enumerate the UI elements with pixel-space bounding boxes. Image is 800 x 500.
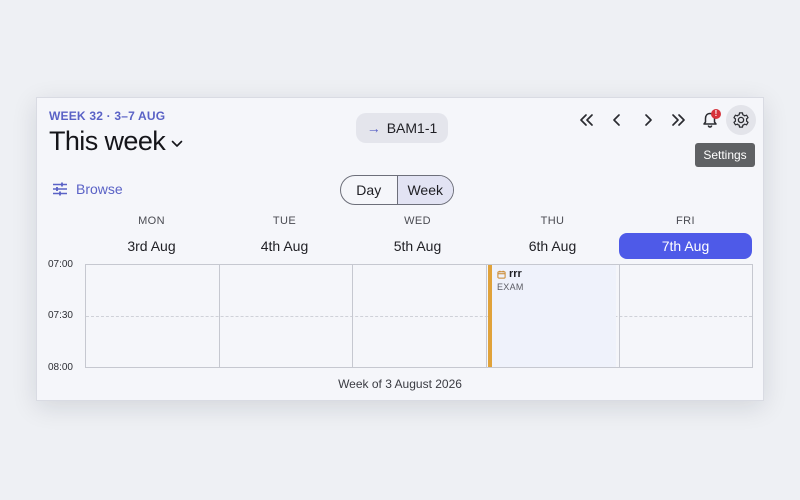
last-week-button[interactable]: [665, 106, 693, 134]
arrow-right-icon: →: [366, 120, 381, 136]
calendar-event[interactable]: rrr EXAM: [488, 265, 616, 367]
time-label: 07:30: [47, 310, 73, 321]
view-toggle: Day Week: [340, 175, 454, 205]
day-name: TUE: [272, 215, 297, 227]
event-title: rrr: [509, 268, 522, 280]
day-name: FRI: [676, 215, 695, 227]
gear-icon: [733, 112, 749, 128]
day-name: THU: [540, 215, 565, 227]
column-divider: [619, 265, 620, 367]
day-header-thu[interactable]: THU 6th Aug: [486, 215, 619, 259]
time-label: 08:00: [47, 362, 73, 373]
previous-week-button[interactable]: [603, 106, 631, 134]
half-hour-line: [86, 316, 752, 317]
day-date: 4th Aug: [260, 238, 309, 254]
day-header-tue[interactable]: TUE 4th Aug: [218, 215, 351, 259]
event-subtitle: EXAM: [497, 282, 524, 292]
day-date-today: 7th Aug: [619, 233, 752, 259]
day-header-wed[interactable]: WED 5th Aug: [351, 215, 484, 259]
chevron-right-icon: [645, 114, 652, 126]
title-dropdown[interactable]: This week: [49, 126, 183, 157]
column-divider: [486, 265, 487, 367]
column-divider: [219, 265, 220, 367]
day-name: MON: [138, 215, 165, 227]
notification-badge: !: [711, 109, 721, 119]
double-chevron-right-icon: [672, 114, 685, 126]
view-week-button[interactable]: Week: [396, 176, 453, 204]
notifications-button[interactable]: !: [696, 106, 724, 134]
room-name: BAM1-1: [386, 120, 438, 136]
week-footer: Week of 3 August 2026: [338, 377, 462, 391]
day-header-mon[interactable]: MON 3rd Aug: [85, 215, 218, 259]
day-date: 3rd Aug: [127, 238, 176, 254]
first-week-button[interactable]: [572, 106, 600, 134]
browse-button[interactable]: Browse: [52, 181, 123, 197]
settings-tooltip: Settings: [695, 143, 755, 167]
day-date: 5th Aug: [393, 238, 442, 254]
week-label: WEEK 32 · 3–7 AUG: [49, 109, 166, 123]
double-chevron-left-icon: [580, 114, 593, 126]
room-chip[interactable]: → BAM1-1: [356, 113, 448, 143]
event-title-row: rrr: [497, 268, 616, 280]
browse-label: Browse: [76, 181, 123, 197]
time-label: 07:00: [47, 259, 73, 270]
chevron-left-icon: [613, 114, 620, 126]
view-day-button[interactable]: Day: [341, 176, 397, 204]
chevron-down-icon: [171, 135, 183, 153]
next-week-button[interactable]: [634, 106, 662, 134]
day-date: 6th Aug: [528, 238, 577, 254]
page-title: This week: [49, 126, 166, 156]
day-name: WED: [404, 215, 431, 227]
time-grid[interactable]: rrr EXAM: [85, 264, 753, 368]
calendar-icon: [497, 270, 506, 279]
calendar-card: WEEK 32 · 3–7 AUG This week → BAM1-1 ! S…: [36, 97, 764, 401]
day-header-fri[interactable]: FRI 7th Aug: [619, 215, 752, 259]
settings-button[interactable]: [726, 105, 756, 135]
column-divider: [352, 265, 353, 367]
sliders-icon: [53, 182, 67, 196]
